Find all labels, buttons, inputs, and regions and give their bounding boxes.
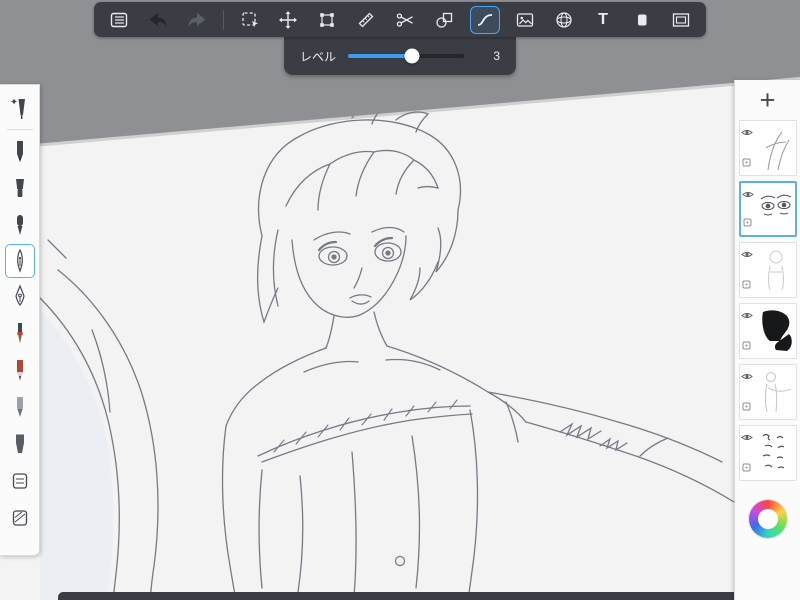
clipping-icon	[742, 398, 751, 416]
layer-thumbnail	[755, 183, 795, 235]
shape-icon[interactable]	[431, 7, 457, 33]
eye-icon[interactable]	[740, 246, 753, 264]
curve-tool-icon[interactable]	[469, 5, 500, 34]
tool-ink-pen[interactable]	[3, 207, 37, 244]
tool-blend-pen[interactable]	[3, 90, 37, 127]
slider-value: 3	[493, 49, 500, 63]
tool-nib-pen[interactable]	[3, 278, 37, 315]
clipping-icon	[742, 459, 751, 477]
tool-material-a[interactable]	[3, 463, 37, 500]
text-tool-glyph: T	[598, 10, 608, 28]
undo-icon[interactable]	[145, 7, 171, 33]
canvas-area[interactable]	[0, 0, 800, 600]
transform-icon[interactable]	[314, 7, 340, 33]
tool-chisel-eraser[interactable]	[3, 170, 37, 207]
scissors-icon[interactable]	[392, 7, 418, 33]
bottom-toolbar-edge[interactable]	[58, 592, 800, 600]
eye-icon[interactable]	[740, 124, 753, 142]
clipping-icon	[743, 214, 752, 232]
layer-item-eyes-sketch[interactable]	[738, 181, 797, 237]
slider-label: レベル	[300, 49, 337, 64]
tool-panel	[0, 84, 40, 556]
tool-marker[interactable]	[3, 426, 37, 463]
clipping-icon	[742, 276, 751, 294]
eye-icon[interactable]	[740, 429, 753, 447]
layer-item-faint-figure-sketch[interactable]	[738, 364, 797, 420]
tool-pencil[interactable]	[3, 133, 37, 170]
level-slider[interactable]	[348, 48, 465, 64]
layer-thumbnail	[754, 121, 796, 175]
redo-icon[interactable]	[184, 7, 210, 33]
slider-knob[interactable]	[404, 48, 420, 64]
tool-divider	[6, 129, 33, 130]
layer-thumbnail	[754, 426, 796, 480]
layer-item-figure-sketch[interactable]	[738, 120, 797, 176]
toolbar-divider	[222, 9, 224, 30]
layer-item-black-silhouette[interactable]	[738, 303, 797, 359]
eye-icon[interactable]	[740, 307, 753, 325]
text-tool-icon[interactable]: T	[590, 7, 616, 33]
tool-brush[interactable]	[3, 315, 37, 352]
clipping-icon	[742, 337, 751, 355]
image-icon[interactable]	[512, 7, 538, 33]
add-layer-button[interactable]: +	[735, 80, 800, 120]
ruler-icon[interactable]	[353, 7, 379, 33]
eye-icon[interactable]	[740, 368, 753, 386]
layer-item-handwritten-notes[interactable]	[738, 425, 797, 481]
layer-item-faint-body-sketch[interactable]	[738, 242, 797, 298]
marquee-select-icon[interactable]	[237, 7, 263, 33]
move-icon[interactable]	[275, 7, 301, 33]
eye-icon[interactable]	[741, 186, 754, 204]
frame-icon[interactable]	[668, 7, 694, 33]
tool-material-b[interactable]	[3, 500, 37, 537]
app-window: T レベル 3 +	[0, 0, 800, 600]
tool-gray-pen[interactable]	[3, 389, 37, 426]
material-icon[interactable]	[629, 7, 655, 33]
clipping-icon	[742, 154, 751, 172]
layer-thumbnail	[754, 365, 796, 419]
tool-pen[interactable]	[4, 244, 35, 278]
slider-fill	[348, 54, 412, 58]
tool-red-pencil[interactable]	[3, 352, 37, 389]
layer-thumbnail	[754, 304, 796, 358]
top-toolbar: T	[94, 2, 706, 37]
color-wheel-button[interactable]	[748, 500, 787, 538]
layer-thumbnail	[754, 243, 796, 297]
mesh-icon[interactable]	[551, 7, 577, 33]
menu-icon[interactable]	[106, 7, 132, 33]
canvas-sheet[interactable]	[0, 77, 800, 600]
layers-panel: +	[734, 80, 800, 600]
level-slider-panel: レベル 3	[284, 37, 516, 75]
